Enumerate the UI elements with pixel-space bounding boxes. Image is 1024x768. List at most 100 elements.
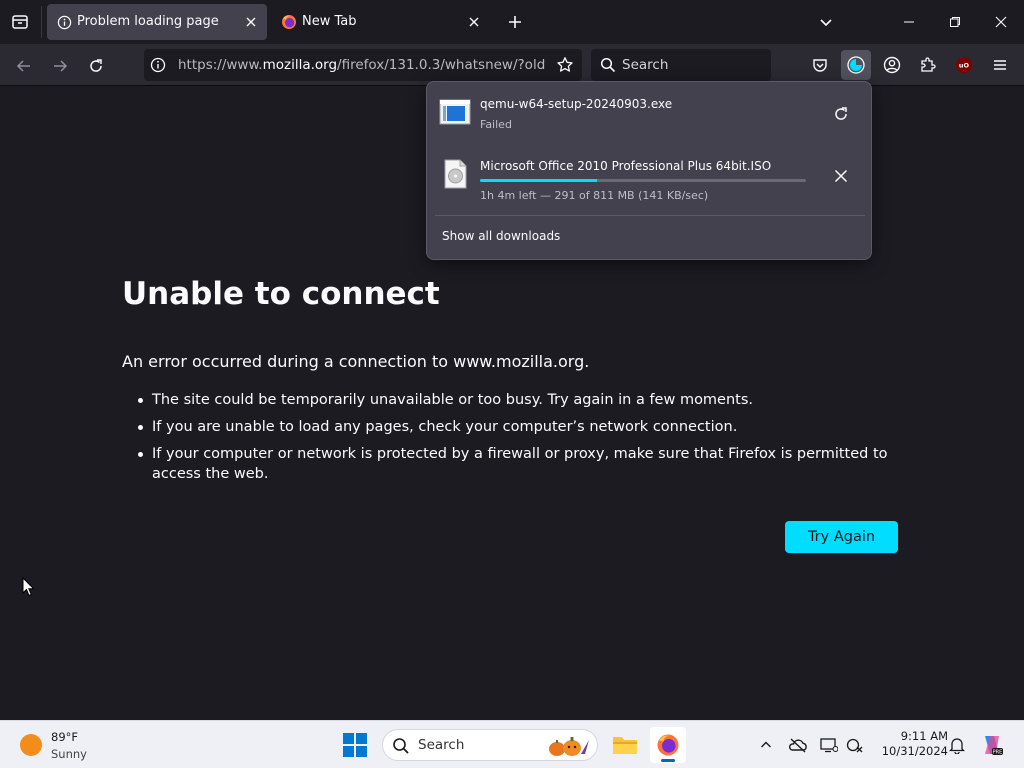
tab-label: New Tab bbox=[302, 14, 357, 29]
restore-icon bbox=[950, 17, 960, 27]
account-button[interactable] bbox=[877, 50, 907, 80]
site-info-icon[interactable] bbox=[150, 57, 166, 73]
hamburger-menu-icon bbox=[994, 60, 1006, 70]
puzzle-icon bbox=[921, 57, 936, 72]
onedrive-icon[interactable] bbox=[788, 735, 808, 755]
suggestion-item: If your computer or network is protected… bbox=[138, 444, 908, 484]
weather-widget[interactable]: 89°F Sunny bbox=[12, 727, 112, 763]
info-icon bbox=[56, 14, 72, 30]
chevron-down-icon bbox=[820, 19, 832, 27]
iso-disc-file-icon bbox=[444, 159, 467, 189]
download-filename: Microsoft Office 2010 Professional Plus … bbox=[480, 159, 772, 173]
firefox-view-button[interactable] bbox=[8, 10, 32, 34]
windows-taskbar: 89°F Sunny Search 9:11 AM 10/31/2024 PRE bbox=[0, 720, 1024, 768]
close-tab-icon[interactable] bbox=[466, 14, 482, 30]
search-bar[interactable]: Search bbox=[591, 49, 771, 81]
url-text[interactable]: https://www.mozilla.org/firefox/131.0.3/… bbox=[178, 57, 546, 73]
extensions-button[interactable] bbox=[913, 50, 943, 80]
show-hidden-icons-button[interactable] bbox=[756, 735, 776, 755]
downloads-button[interactable] bbox=[841, 50, 871, 80]
downloads-panel: qemu-w64-setup-20240903.exe Failed Micro… bbox=[426, 81, 872, 260]
retry-icon bbox=[835, 107, 847, 120]
weather-temperature: 89°F bbox=[51, 730, 78, 744]
svg-text:PRE: PRE bbox=[993, 750, 1003, 756]
url-host: mozilla.org bbox=[262, 57, 338, 73]
list-all-tabs-button[interactable] bbox=[814, 10, 838, 34]
firefox-icon bbox=[657, 734, 679, 756]
chevron-up-icon bbox=[761, 741, 771, 748]
taskbar-search-label: Search bbox=[418, 737, 465, 753]
try-again-button[interactable]: Try Again bbox=[785, 521, 898, 553]
suggestion-item: If you are unable to load any pages, che… bbox=[138, 417, 908, 437]
app-menu-button[interactable] bbox=[985, 50, 1015, 80]
cancel-icon bbox=[834, 169, 848, 183]
tabstrip-divider bbox=[41, 6, 42, 38]
taskbar-search-box[interactable]: Search bbox=[382, 729, 598, 761]
minimize-button[interactable] bbox=[889, 6, 929, 38]
close-tab-icon[interactable] bbox=[243, 14, 259, 30]
url-prefix: https://www. bbox=[178, 57, 263, 73]
firefox-view-icon bbox=[12, 15, 28, 29]
ublock-origin-button[interactable]: uO bbox=[949, 50, 979, 80]
show-all-downloads-button[interactable]: Show all downloads bbox=[442, 229, 560, 243]
close-window-button[interactable] bbox=[981, 6, 1021, 38]
new-tab-button[interactable] bbox=[503, 10, 527, 34]
svg-text:uO: uO bbox=[959, 62, 970, 70]
ublock-origin-icon: uO bbox=[956, 57, 972, 73]
search-placeholder: Search bbox=[622, 57, 669, 73]
search-icon bbox=[600, 57, 616, 73]
tab-strip: Problem loading page New Tab bbox=[0, 0, 1024, 44]
notifications-bell-icon[interactable] bbox=[947, 735, 967, 755]
cancel-download-button[interactable] bbox=[827, 162, 855, 190]
plus-icon bbox=[509, 16, 521, 28]
system-clock[interactable]: 9:11 AM 10/31/2024 bbox=[872, 729, 948, 759]
mouse-cursor-icon bbox=[22, 577, 35, 597]
download-status: Failed bbox=[480, 118, 512, 131]
account-icon bbox=[883, 56, 901, 74]
forward-button[interactable] bbox=[46, 52, 74, 80]
tab-label: Problem loading page bbox=[77, 14, 219, 29]
firefox-icon bbox=[281, 14, 297, 30]
bookmark-star-icon[interactable] bbox=[556, 56, 574, 74]
download-status: 1h 4m left — 291 of 811 MB (141 KB/sec) bbox=[480, 189, 709, 202]
sun-icon bbox=[20, 734, 42, 756]
halloween-pumpkin-icon bbox=[549, 737, 589, 756]
download-filename: qemu-w64-setup-20240903.exe bbox=[480, 97, 673, 111]
reload-icon bbox=[90, 59, 102, 72]
clock-time: 9:11 AM bbox=[900, 729, 948, 743]
copilot-icon[interactable]: PRE bbox=[980, 733, 1004, 757]
download-progress-icon bbox=[847, 56, 865, 74]
search-icon bbox=[393, 738, 409, 754]
taskbar-firefox[interactable] bbox=[650, 727, 686, 763]
suggestion-item: The site could be temporarily unavailabl… bbox=[138, 390, 908, 410]
page-title: Unable to connect bbox=[122, 276, 440, 312]
minimize-icon bbox=[904, 21, 914, 23]
tab-problem-loading[interactable]: Problem loading page bbox=[47, 4, 267, 40]
taskbar-file-explorer[interactable] bbox=[607, 727, 643, 763]
error-suggestions: The site could be temporarily unavailabl… bbox=[138, 390, 908, 491]
running-indicator bbox=[661, 759, 675, 762]
close-icon bbox=[995, 16, 1007, 28]
download-item[interactable]: Microsoft Office 2010 Professional Plus … bbox=[435, 148, 865, 204]
arrow-right-icon bbox=[54, 60, 68, 72]
url-bar[interactable]: https://www.mozilla.org/firefox/131.0.3/… bbox=[144, 49, 582, 81]
clock-date: 10/31/2024 bbox=[881, 744, 948, 758]
back-button[interactable] bbox=[10, 52, 38, 80]
download-item[interactable]: qemu-w64-setup-20240903.exe Failed bbox=[435, 86, 865, 142]
navigation-toolbar: https://www.mozilla.org/firefox/131.0.3/… bbox=[0, 44, 1024, 86]
pocket-icon bbox=[813, 59, 827, 72]
display-icon[interactable] bbox=[819, 735, 839, 755]
tab-new-tab[interactable]: New Tab bbox=[272, 4, 490, 40]
network-disconnected-icon[interactable] bbox=[845, 735, 865, 755]
error-description: An error occurred during a connection to… bbox=[122, 352, 590, 371]
folder-icon bbox=[613, 737, 637, 754]
download-progress-bar bbox=[480, 179, 806, 182]
exe-file-icon bbox=[439, 99, 471, 125]
panel-divider bbox=[435, 215, 865, 216]
pocket-button[interactable] bbox=[805, 50, 835, 80]
reload-button[interactable] bbox=[82, 52, 110, 80]
retry-download-button[interactable] bbox=[827, 100, 855, 128]
windows-start-icon[interactable] bbox=[342, 732, 368, 758]
weather-condition: Sunny bbox=[51, 747, 87, 761]
restore-button[interactable] bbox=[935, 6, 975, 38]
